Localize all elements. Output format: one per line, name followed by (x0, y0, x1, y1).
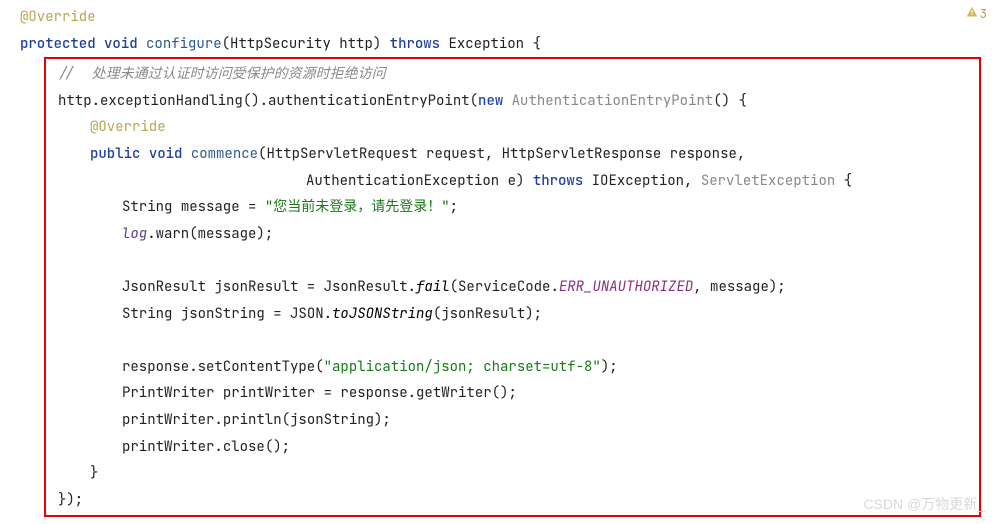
code-line-comment: // 处理未通过认证时访问受保护的资源时拒绝访问 (50, 61, 975, 88)
code-line-params-cont: AuthenticationException e) throws IOExce… (50, 168, 975, 195)
warning-count: 3 (980, 3, 987, 26)
code-line-blank (50, 247, 975, 274)
warning-triangle-icon (966, 3, 978, 26)
code-line: printWriter.println(jsonString); (50, 407, 975, 434)
code-editor[interactable]: @Override protected void configure(HttpS… (8, 4, 987, 517)
code-line-method-sig: protected void configure(HttpSecurity ht… (8, 31, 987, 58)
code-line: PrintWriter printWriter = response.getWr… (50, 380, 975, 407)
code-line: JsonResult jsonResult = JsonResult.fail(… (50, 274, 975, 301)
code-line: String jsonString = JSON.toJSONString(js… (50, 301, 975, 328)
code-line-blank (50, 327, 975, 354)
code-line-inner-method-sig: public void commence(HttpServletRequest … (50, 141, 975, 168)
code-line-annotation: @Override (50, 114, 975, 141)
code-line-annotation: @Override (8, 4, 987, 31)
highlighted-code-block: // 处理未通过认证时访问受保护的资源时拒绝访问 http.exceptionH… (44, 57, 981, 517)
code-line: String message = "您当前未登录，请先登录！"; (50, 194, 975, 221)
code-line: response.setContentType("application/jso… (50, 354, 975, 381)
code-line: printWriter.close(); (50, 434, 975, 461)
code-line-brace: }); (50, 487, 975, 514)
warning-indicator[interactable]: 3 (966, 3, 987, 26)
code-line: http.exceptionHandling().authenticationE… (50, 88, 975, 115)
code-line: log.warn(message); (50, 221, 975, 248)
code-line-brace: } (50, 460, 975, 487)
